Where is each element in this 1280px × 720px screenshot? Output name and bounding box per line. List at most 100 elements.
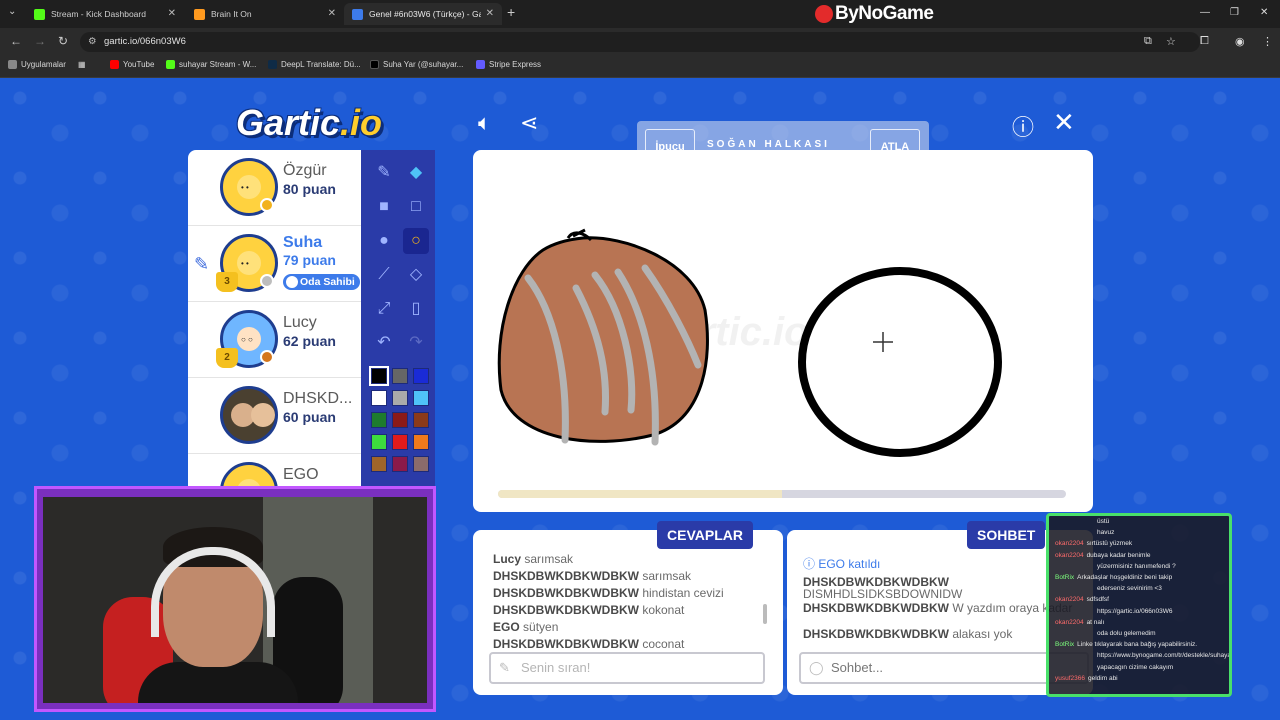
forward-icon[interactable]: → (34, 34, 46, 48)
player-points: 62 puan (283, 333, 336, 349)
trophy-icon: 2 (216, 348, 238, 368)
brand-label: ByNoGame (835, 3, 934, 24)
color-swatch[interactable] (413, 456, 429, 472)
tab-title: Stream - Kick Dashboard (51, 9, 146, 19)
chat-tab[interactable]: SOHBET (967, 521, 1046, 549)
drawing-canvas[interactable]: gartic.io (473, 150, 1093, 512)
answer-item: DHSKDBWKDBKWDBKW hindistan cevizi (493, 586, 724, 600)
close-icon[interactable]: ✕ (328, 8, 336, 19)
stream-chat-text: havuz (1097, 529, 1115, 537)
player-row[interactable]: ○ ○ 2 Lucy 62 puan (188, 302, 361, 378)
close-window-icon[interactable]: ✕ (1260, 7, 1268, 18)
eraser-icon[interactable]: ◆ (403, 160, 429, 186)
bookmark-deepl[interactable]: DeepL Translate: Dü... (268, 60, 361, 69)
stream-chat-text: sdfsdfsf (1086, 596, 1109, 604)
bookmark-youtube[interactable]: YouTube (110, 60, 154, 69)
minimize-icon[interactable]: — (1200, 7, 1210, 18)
info-icon[interactable]: ⓘ (1012, 110, 1034, 142)
menu-icon[interactable]: ⋮ (1262, 35, 1273, 48)
close-icon[interactable]: ✕ (486, 8, 494, 19)
color-swatch[interactable] (392, 434, 408, 450)
new-tab-button[interactable]: + (507, 4, 515, 20)
profile-icon[interactable]: ◉ (1235, 35, 1245, 48)
pencil-icon[interactable]: ✎ (371, 160, 397, 186)
color-swatch[interactable] (371, 456, 387, 472)
close-icon[interactable]: ✕ (168, 8, 176, 19)
filled-circle-icon[interactable]: ● (371, 228, 397, 254)
tab-kick-dashboard[interactable]: Stream - Kick Dashboard ✕ (26, 3, 184, 25)
pencil-icon: ✎ (499, 660, 510, 675)
color-swatch[interactable] (392, 390, 408, 406)
color-swatch[interactable] (371, 434, 387, 450)
player-row[interactable]: DHSKD... 60 puan (188, 378, 361, 454)
sound-icon[interactable]: 🔈︎ (478, 110, 491, 136)
color-swatch[interactable] (392, 368, 408, 384)
answer-text: kokonat (642, 603, 685, 617)
color-swatch[interactable] (369, 366, 389, 386)
bookmark-star-icon[interactable]: ☆ (1166, 35, 1176, 48)
player-name: EGO (283, 466, 319, 483)
player-row[interactable]: ✎ • • 3 Suha 79 puan Oda Sahibi (188, 226, 361, 302)
redo-icon[interactable]: ↷ (403, 330, 429, 356)
reload-icon[interactable]: ↻ (58, 34, 68, 48)
tab-title: Genel #6n03W6 (Türkçe) - Gart (369, 9, 481, 19)
share-icon[interactable]: ⋖ (520, 110, 538, 136)
clear-page-icon[interactable]: ▯ (403, 296, 429, 322)
answer-input[interactable]: ✎ Senin sıran! (489, 652, 765, 684)
back-icon[interactable]: ← (10, 34, 22, 48)
color-swatch[interactable] (413, 412, 429, 428)
line-icon[interactable]: ⟋ (371, 262, 397, 288)
avatar (220, 386, 278, 444)
answers-tab[interactable]: CEVAPLAR (657, 521, 753, 549)
player-name: Özgür (283, 162, 327, 179)
color-swatch[interactable] (371, 412, 387, 428)
apps-grid-icon[interactable]: ▦ (78, 60, 86, 69)
extensions-icon[interactable]: ⧠ (1200, 35, 1209, 48)
apps-grid-icon (8, 60, 17, 69)
tab-gartic[interactable]: Genel #6n03W6 (Türkçe) - Gart ✕ (344, 3, 502, 25)
chat-text: katıldı (848, 557, 881, 571)
bookmark-label: YouTube (123, 60, 155, 69)
filled-rect-icon[interactable]: ■ (371, 194, 397, 220)
color-swatch[interactable] (413, 434, 429, 450)
player-row[interactable]: ◎ ◎ EGO (188, 454, 361, 490)
eyedropper-icon[interactable]: ⤢ (371, 296, 397, 322)
cast-icon[interactable]: ⧉ (1144, 35, 1152, 48)
chat-message: DHSKDBWKDBKWDBKW DISMHDLSIDKSBDOWNIDW (803, 576, 1083, 600)
answer-item: Lucy sarımsak (493, 552, 573, 566)
stream-chat-text: https://gartic.io/066n03W6 (1097, 607, 1173, 615)
player-name: Lucy (283, 314, 317, 331)
bookmark-kick-stream[interactable]: suhayar Stream - W... (166, 60, 256, 69)
color-swatch[interactable] (371, 390, 387, 406)
stream-chat-user: yusuf2366 (1055, 674, 1085, 682)
restore-icon[interactable]: ❐ (1230, 7, 1239, 18)
answer-item: DHSKDBWKDBKWDBKW sarımsak (493, 569, 691, 583)
stream-chat-user: BotRix (1055, 574, 1075, 581)
undo-icon[interactable]: ↶ (371, 330, 397, 356)
bookmark-stripe[interactable]: Stripe Express (476, 60, 541, 69)
site-info-icon[interactable]: ⚙ (88, 32, 97, 52)
streamer-shirt (138, 662, 298, 703)
tab-brain-it-on[interactable]: Brain It On ✕ (186, 3, 344, 25)
youtube-icon (110, 60, 119, 69)
tab-search-icon[interactable]: ⌄ (8, 6, 16, 17)
scrollbar[interactable] (763, 604, 767, 624)
circle-outline-icon[interactable]: ○ (403, 228, 429, 254)
rect-outline-icon[interactable]: □ (403, 194, 429, 220)
address-bar[interactable]: ⚙ gartic.io/066n03W6 (80, 32, 1200, 52)
stream-chat-overlay: üstü havuz okan2204 sırtüstü yüzmek okan2204… (1046, 513, 1232, 697)
bookmark-apps[interactable]: Uygulamalar (8, 60, 66, 69)
color-swatch[interactable] (413, 390, 429, 406)
url-text: gartic.io/066n03W6 (104, 36, 186, 47)
color-swatch[interactable] (392, 456, 408, 472)
chat-text: DISMHDLSIDKSBDOWNIDW (803, 587, 963, 601)
player-row[interactable]: • • Özgür 80 puan (188, 150, 361, 226)
fill-bucket-icon[interactable]: ◇ (403, 262, 429, 288)
bookmark-tiktok[interactable]: Suha Yar (@suhayar... (370, 60, 463, 69)
color-swatch[interactable] (413, 368, 429, 384)
color-swatch[interactable] (392, 412, 408, 428)
webcam-overlay (34, 486, 436, 712)
player-points: 80 puan (283, 181, 336, 197)
stream-chat-line: yusuf2366 geldim abi (1055, 675, 1118, 682)
close-icon[interactable]: ✕ (1053, 107, 1075, 138)
